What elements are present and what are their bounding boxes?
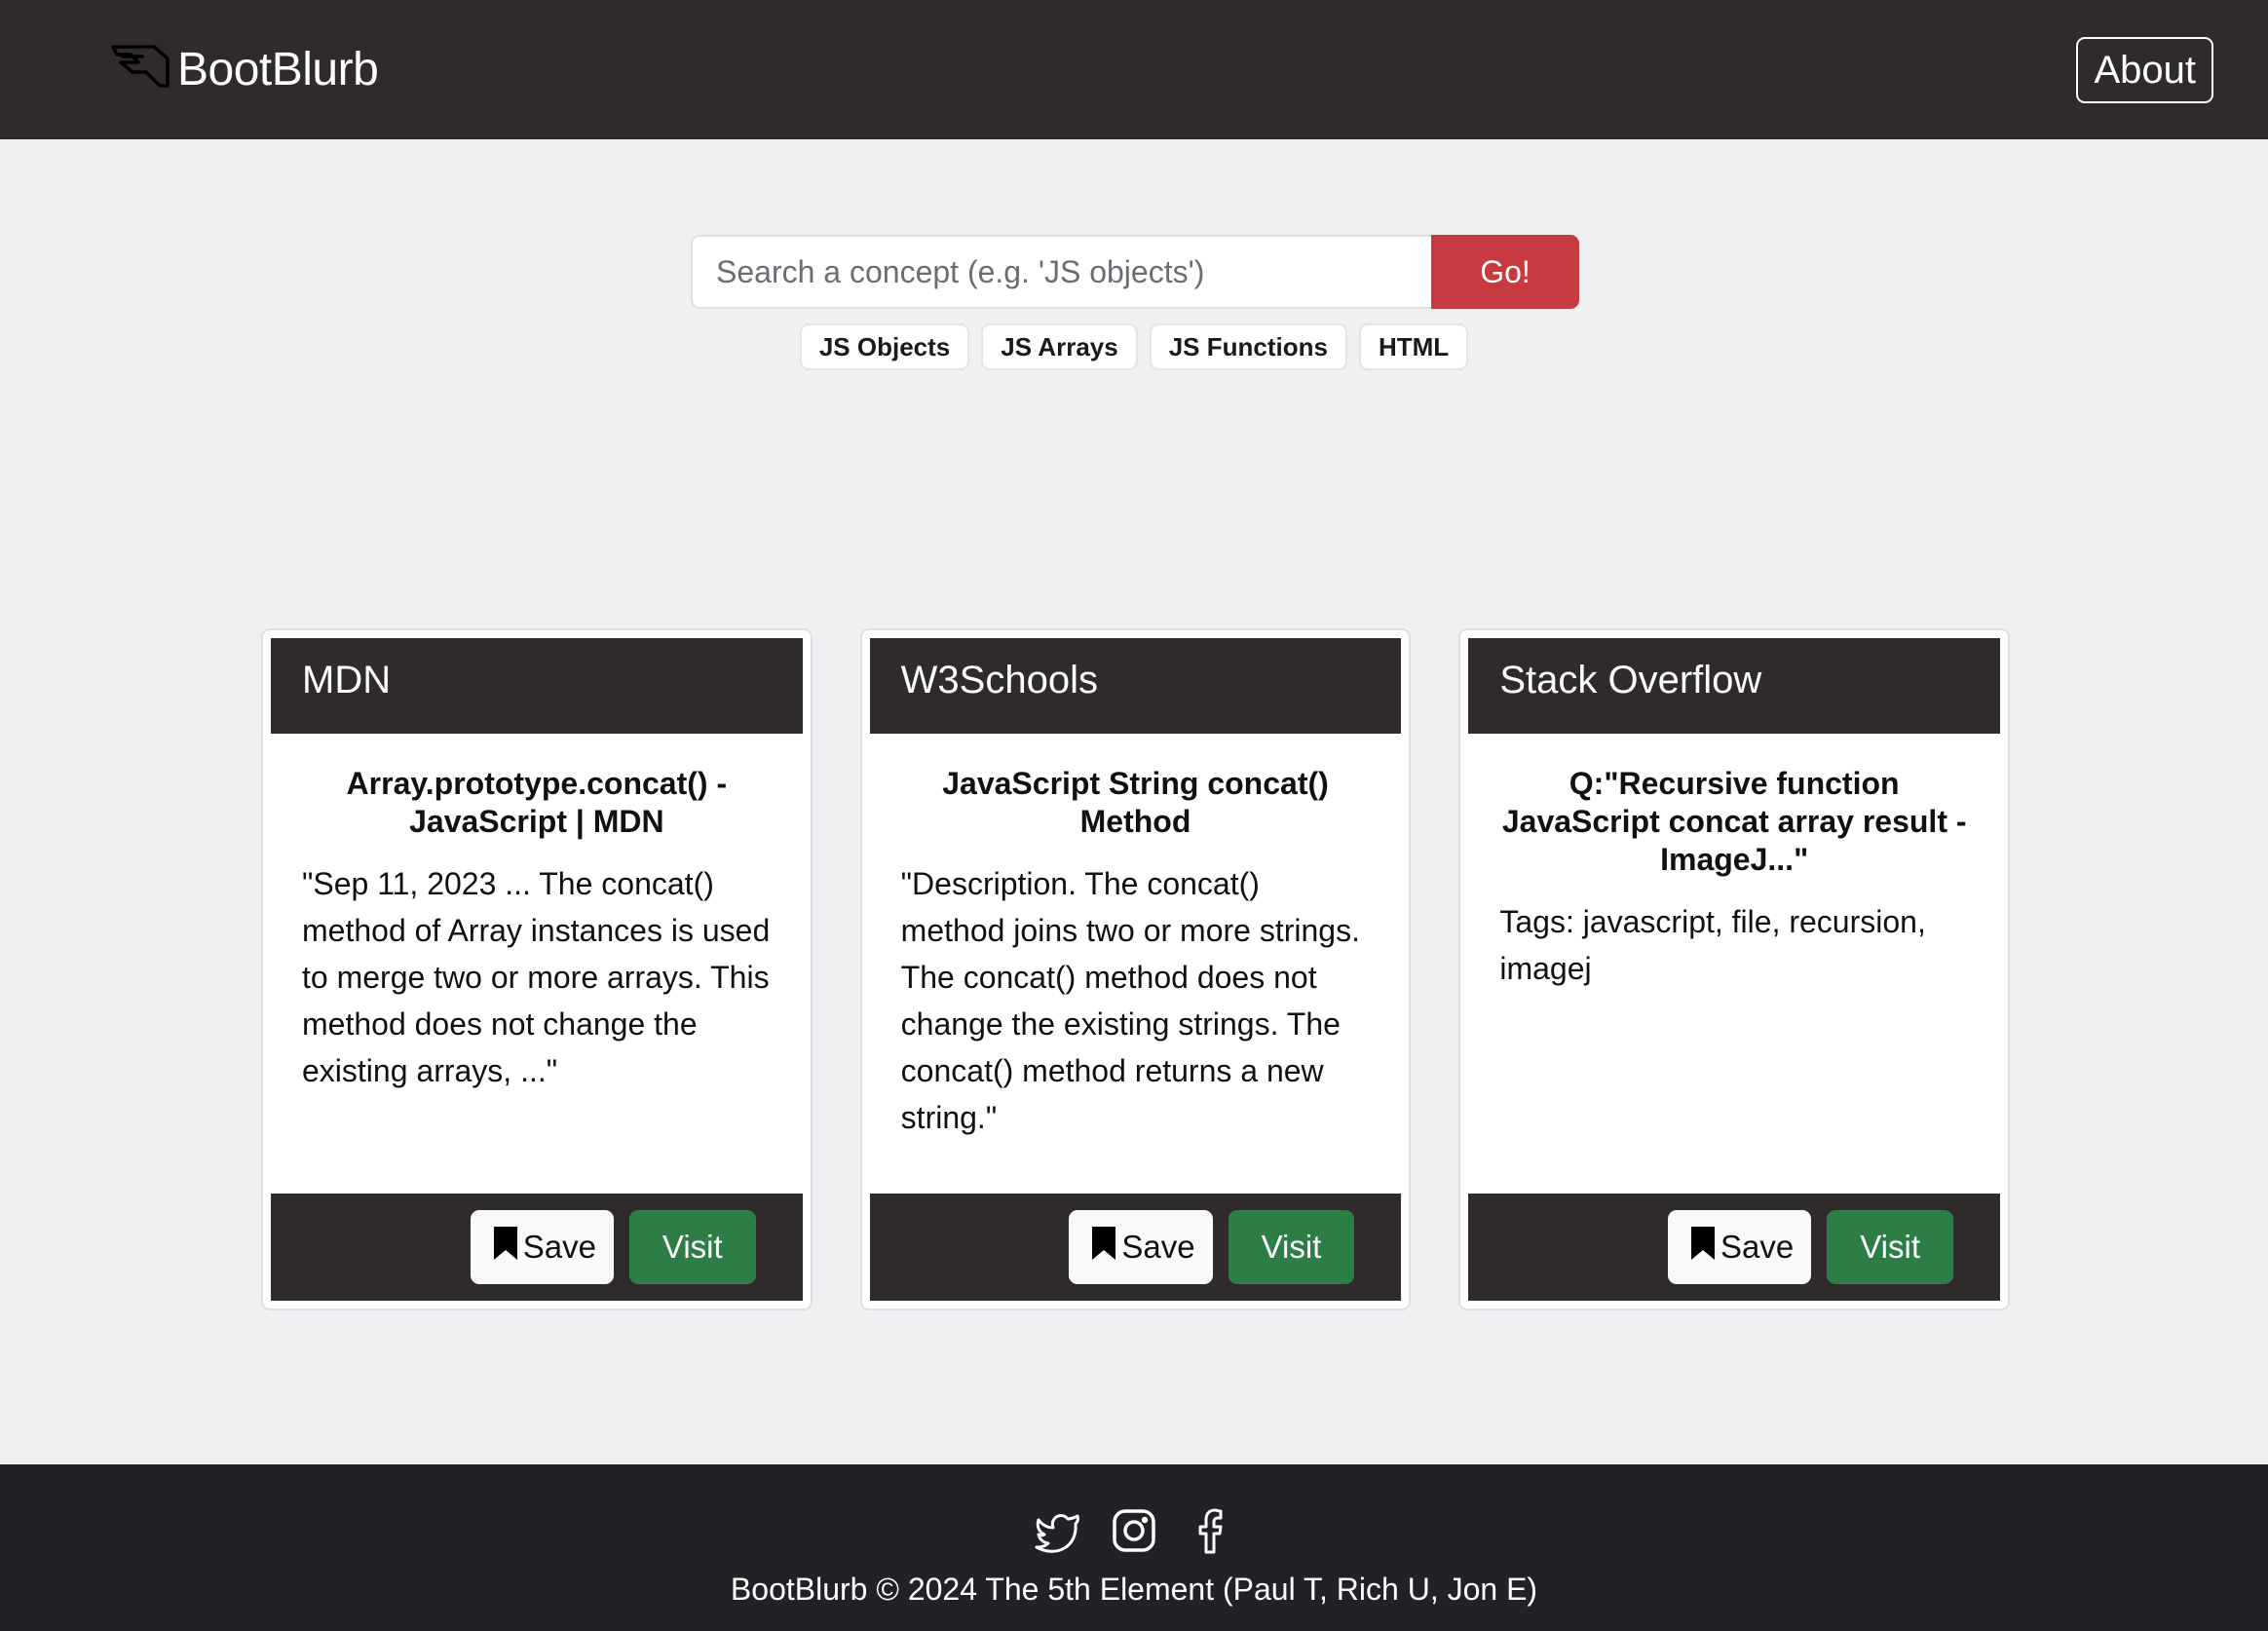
card-source: Stack Overflow xyxy=(1468,638,2001,734)
brand-link[interactable]: BootBlurb xyxy=(109,43,379,96)
facebook-icon[interactable] xyxy=(1187,1507,1233,1554)
card-source: W3Schools xyxy=(869,638,1402,734)
search-input[interactable] xyxy=(691,235,1431,309)
footer: BootBlurb © 2024 The 5th Element (Paul T… xyxy=(0,1464,2268,1631)
result-cards: MDN Array.prototype.concat() - JavaScrip… xyxy=(261,628,2011,1310)
search-bar: Go! xyxy=(691,235,1579,309)
bookmark-icon xyxy=(1689,1225,1717,1270)
save-button[interactable]: Save xyxy=(1069,1210,1213,1284)
tag-html[interactable]: HTML xyxy=(1358,323,1469,370)
card-body: Array.prototype.concat() - JavaScript | … xyxy=(271,734,803,1194)
card-body: Q:"Recursive function JavaScript concat … xyxy=(1468,734,2000,1194)
card-title: Array.prototype.concat() - JavaScript | … xyxy=(346,766,728,839)
bookmark-icon xyxy=(492,1225,519,1270)
visit-button[interactable]: Visit xyxy=(1228,1210,1355,1284)
twitter-icon[interactable] xyxy=(1035,1507,1081,1554)
visit-button[interactable]: Visit xyxy=(628,1210,756,1284)
card-title: Q:"Recursive function JavaScript concat … xyxy=(1501,766,1967,877)
save-label: Save xyxy=(1720,1229,1795,1265)
brand-name: BootBlurb xyxy=(177,44,379,95)
tag-js-objects[interactable]: JS Objects xyxy=(799,323,970,370)
quick-tags: JS Objects JS Arrays JS Functions HTML xyxy=(0,323,2268,370)
card-tags: Tags: javascript, file, recursion, image… xyxy=(1499,904,1926,986)
visit-button[interactable]: Visit xyxy=(1827,1210,1954,1284)
card-title: JavaScript String concat() Method xyxy=(942,766,1329,839)
card-footer: Save Visit xyxy=(869,1194,1402,1301)
tag-js-functions[interactable]: JS Functions xyxy=(1149,323,1347,370)
save-button[interactable]: Save xyxy=(470,1210,614,1284)
about-button[interactable]: About xyxy=(2076,36,2213,103)
tag-js-arrays[interactable]: JS Arrays xyxy=(981,323,1138,370)
winged-logo-icon xyxy=(109,43,175,96)
save-label: Save xyxy=(522,1229,596,1265)
save-button[interactable]: Save xyxy=(1668,1210,1812,1284)
result-card-stack-overflow: Stack Overflow Q:"Recursive function Jav… xyxy=(1458,628,2011,1310)
card-source: MDN xyxy=(271,638,803,734)
instagram-icon[interactable] xyxy=(1111,1507,1157,1554)
card-snippet: "Description. The concat() method joins … xyxy=(900,866,1360,1135)
navbar: BootBlurb About xyxy=(0,0,2268,139)
result-card-mdn: MDN Array.prototype.concat() - JavaScrip… xyxy=(261,628,813,1310)
card-snippet: "Sep 11, 2023 ... The concat() method of… xyxy=(302,866,771,1088)
bookmark-icon xyxy=(1090,1225,1117,1270)
card-footer: Save Visit xyxy=(271,1194,803,1301)
go-button[interactable]: Go! xyxy=(1431,235,1579,309)
save-label: Save xyxy=(1121,1229,1195,1265)
card-footer: Save Visit xyxy=(1468,1194,2001,1301)
result-card-w3schools: W3Schools JavaScript String concat() Met… xyxy=(859,628,1412,1310)
card-body: JavaScript String concat() Method "Descr… xyxy=(870,734,1402,1194)
copyright-text: BootBlurb © 2024 The 5th Element (Paul T… xyxy=(730,1572,1538,1607)
social-links xyxy=(1035,1507,1233,1554)
